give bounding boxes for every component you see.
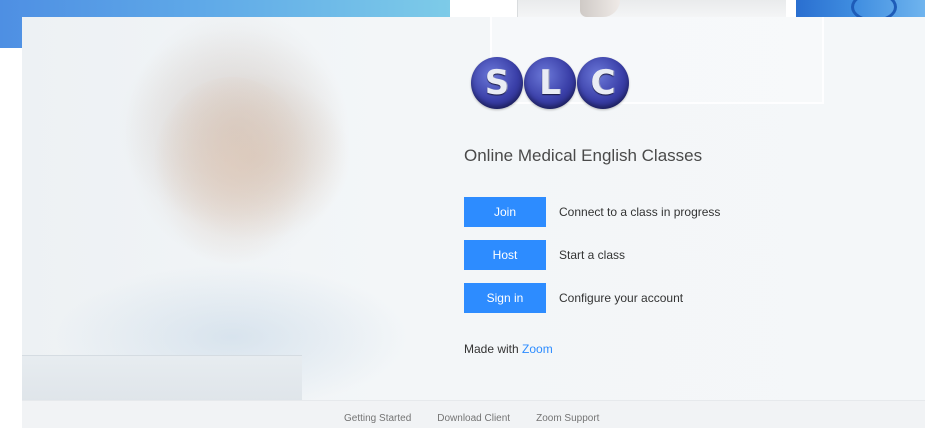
footer-link-download-client[interactable]: Download Client [437, 413, 510, 424]
join-row: Join Connect to a class in progress [464, 197, 720, 227]
hero-photo-person [152, 77, 312, 267]
decorative-face [580, 0, 620, 17]
host-row: Host Start a class [464, 240, 625, 270]
footer: Getting Started Download Client Zoom Sup… [22, 400, 925, 428]
sign-in-button[interactable]: Sign in [464, 283, 546, 313]
host-button[interactable]: Host [464, 240, 546, 270]
logo-letter-l: L [524, 57, 576, 109]
sign-in-description: Configure your account [559, 291, 684, 305]
join-description: Connect to a class in progress [559, 205, 721, 219]
hero-photo-laptop [22, 355, 302, 401]
made-with-prefix: Made with [464, 342, 519, 356]
slc-logo: S L C [471, 57, 631, 111]
footer-link-getting-started[interactable]: Getting Started [344, 413, 411, 424]
footer-links: Getting Started Download Client Zoom Sup… [344, 413, 599, 424]
zoom-link[interactable]: Zoom [522, 342, 553, 356]
logo-letter-c: C [577, 57, 629, 109]
sign-in-row: Sign in Configure your account [464, 283, 683, 313]
made-with-text: Made with Zoom [464, 342, 553, 356]
decorative-thumbnail [796, 0, 925, 22]
logo-letter-s: S [471, 57, 523, 109]
page: S L C Online Medical English Classes Joi… [0, 0, 925, 428]
page-title: Online Medical English Classes [464, 146, 703, 165]
decorative-thumbnail [517, 0, 786, 17]
footer-link-zoom-support[interactable]: Zoom Support [536, 413, 599, 424]
join-button[interactable]: Join [464, 197, 546, 227]
host-description: Start a class [559, 248, 626, 262]
